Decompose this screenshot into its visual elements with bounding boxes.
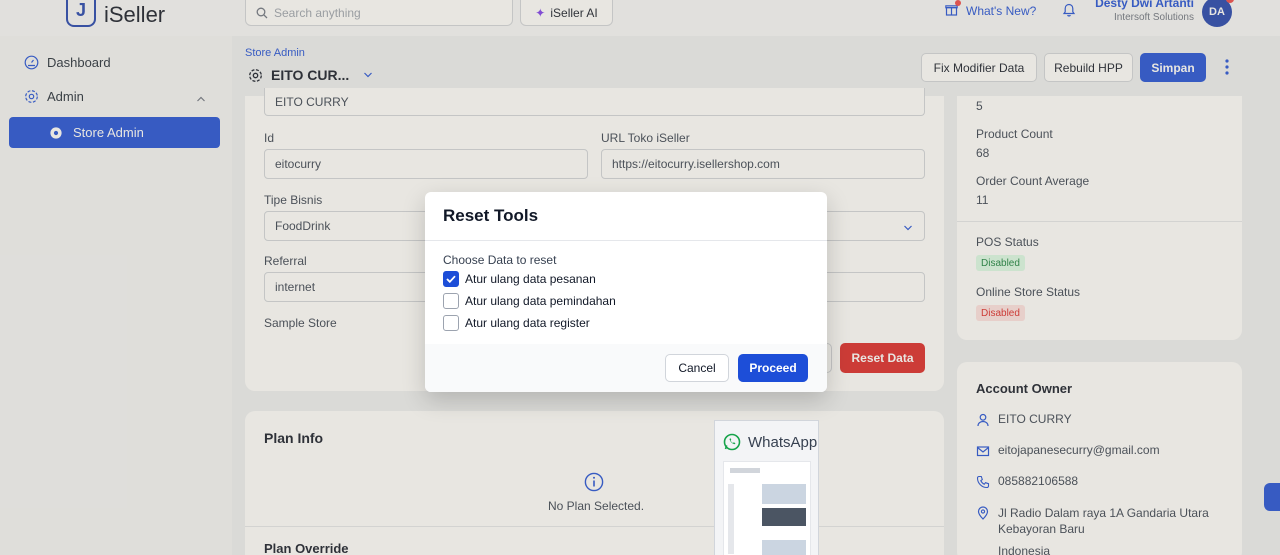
dialog-title: Reset Tools — [443, 206, 539, 225]
dialog-subtitle: Choose Data to reset — [443, 253, 557, 267]
checkbox-label: Atur ulang data register — [465, 316, 590, 330]
whatsapp-thumbnail — [723, 461, 811, 555]
reset-transfers-checkbox[interactable]: Atur ulang data pemindahan — [443, 293, 616, 309]
whatsapp-preview[interactable]: WhatsApp — [714, 420, 819, 555]
divider — [425, 240, 827, 241]
checkbox-unchecked[interactable] — [443, 293, 459, 309]
reset-tools-dialog: Reset Tools Choose Data to reset Atur ul… — [425, 192, 827, 392]
checkbox-checked[interactable] — [443, 271, 459, 287]
cancel-button[interactable]: Cancel — [665, 354, 729, 382]
whatsapp-header: WhatsApp — [723, 433, 817, 451]
checkbox-unchecked[interactable] — [443, 315, 459, 331]
reset-orders-checkbox[interactable]: Atur ulang data pesanan — [443, 271, 596, 287]
checkbox-label: Atur ulang data pesanan — [465, 272, 596, 286]
reset-registers-checkbox[interactable]: Atur ulang data register — [443, 315, 590, 331]
check-icon — [446, 275, 456, 283]
proceed-button[interactable]: Proceed — [738, 354, 808, 382]
checkbox-label: Atur ulang data pemindahan — [465, 294, 616, 308]
whatsapp-label: WhatsApp — [748, 433, 818, 451]
whatsapp-icon — [723, 433, 741, 451]
